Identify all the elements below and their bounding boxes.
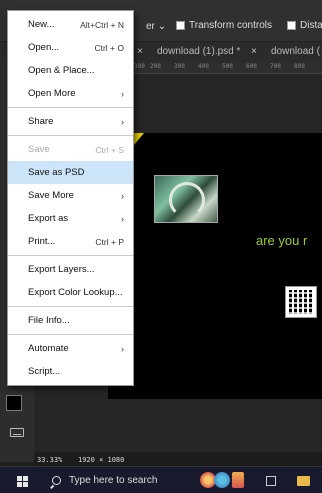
- document-size: 1920 × 1080: [78, 456, 125, 464]
- menu-separator: [8, 107, 133, 108]
- menu-item-script[interactable]: Script...: [8, 360, 133, 383]
- menu-item-label: New...: [28, 19, 55, 30]
- auto-select-label: er: [146, 21, 155, 32]
- menu-separator: [8, 255, 133, 256]
- menu-item-label: Open More: [28, 88, 76, 99]
- ruler-tick-label: 500: [222, 63, 233, 70]
- ruler-tick-label: 800: [294, 63, 305, 70]
- menu-item-label: File Info...: [28, 315, 70, 326]
- ruler-tick-label: 300: [174, 63, 185, 70]
- menu-item-open-more[interactable]: Open More ›: [8, 82, 133, 105]
- menu-item-open[interactable]: Open... Ctrl + O: [8, 36, 133, 59]
- menu-item-label: Script...: [28, 366, 61, 377]
- menu-item-print[interactable]: Print... Ctrl + P: [8, 230, 133, 253]
- menu-item-open-and-place[interactable]: Open & Place...: [8, 59, 133, 82]
- transform-controls-label: Transform controls: [189, 20, 272, 31]
- tab-close-icon[interactable]: ×: [251, 46, 257, 57]
- menu-item-label: Automate: [28, 343, 69, 354]
- canvas-corner-marker: [134, 133, 144, 145]
- ruler-tick-label: 600: [246, 63, 257, 70]
- tab-close-icon[interactable]: ×: [137, 46, 143, 57]
- menu-item-label: Print...: [28, 236, 56, 247]
- menu-item-save: Save Ctrl + S: [8, 138, 133, 161]
- zoom-level: 33.33%: [37, 456, 63, 464]
- foreground-color-swatch[interactable]: [6, 395, 22, 411]
- menu-item-share[interactable]: Share ›: [8, 110, 133, 133]
- menu-item-shortcut: Alt+Ctrl + N: [80, 19, 124, 30]
- ruler-tick-label: 400: [198, 63, 209, 70]
- menu-item-label: Save More: [28, 190, 74, 201]
- menu-item-label: Export Layers...: [28, 264, 95, 275]
- file-menu: New... Alt+Ctrl + N Open... Ctrl + O Ope…: [7, 10, 134, 386]
- windows-taskbar: Type here to search: [0, 466, 322, 493]
- menu-item-label: Open & Place...: [28, 65, 95, 76]
- menu-separator: [8, 306, 133, 307]
- tab-download[interactable]: download (: [271, 46, 320, 57]
- menu-item-save-as-psd[interactable]: Save as PSD: [8, 161, 133, 184]
- search-placeholder: Type here to search: [69, 475, 158, 486]
- transform-controls-checkbox[interactable]: Transform controls: [176, 20, 272, 31]
- horizontal-ruler: 300 200 300 400 500 600 700 800: [132, 62, 322, 74]
- menu-item-label: Open...: [28, 42, 60, 53]
- chevron-right-icon: ›: [121, 190, 124, 201]
- menu-item-file-info[interactable]: File Info...: [8, 309, 133, 332]
- distances-label: Dista: [300, 20, 322, 31]
- menu-item-save-more[interactable]: Save More ›: [8, 184, 133, 207]
- chevron-right-icon: ›: [121, 343, 124, 354]
- menu-item-label: Share: [28, 116, 54, 127]
- ruler-tick-label: 700: [270, 63, 281, 70]
- ruler-tick-label: 200: [150, 63, 161, 70]
- menu-item-label: Save as PSD: [28, 167, 85, 178]
- menu-item-new[interactable]: New... Alt+Ctrl + N: [8, 13, 133, 36]
- placed-image[interactable]: [154, 175, 218, 223]
- windows-start-icon[interactable]: [17, 476, 28, 487]
- tab-download-1-psd[interactable]: download (1).psd *: [157, 46, 240, 57]
- distances-checkbox[interactable]: Dista: [287, 20, 322, 31]
- menu-item-label: Export Color Lookup...: [28, 287, 123, 298]
- menu-item-export-color-lookup[interactable]: Export Color Lookup...: [8, 281, 133, 304]
- search-icon: [52, 476, 61, 485]
- chevron-right-icon: ›: [121, 88, 124, 99]
- menu-item-shortcut: Ctrl + S: [95, 144, 124, 155]
- ruler-tick-label: 300: [134, 63, 145, 70]
- auto-select-dropdown[interactable]: er ⌄: [146, 21, 166, 32]
- menu-item-shortcut: Ctrl + O: [94, 42, 124, 53]
- checkbox-box[interactable]: [176, 21, 185, 30]
- menu-item-label: Save: [28, 144, 50, 155]
- menu-item-shortcut: Ctrl + P: [95, 236, 124, 247]
- chevron-down-icon: ⌄: [157, 21, 167, 32]
- menu-separator: [8, 334, 133, 335]
- taskbar-search[interactable]: Type here to search: [52, 475, 157, 486]
- file-explorer-icon[interactable]: [297, 476, 310, 486]
- chevron-right-icon: ›: [121, 213, 124, 224]
- qr-code-image[interactable]: [285, 286, 317, 318]
- pinned-app-icon[interactable]: [214, 472, 230, 488]
- menu-item-export-layers[interactable]: Export Layers...: [8, 258, 133, 281]
- checkbox-box[interactable]: [287, 21, 296, 30]
- pinned-app-icon[interactable]: [232, 472, 244, 488]
- menu-item-automate[interactable]: Automate ›: [8, 337, 133, 360]
- menu-item-label: Export as: [28, 213, 69, 224]
- status-bar: 33.33% 1920 × 1080: [34, 454, 322, 466]
- menu-item-export-as[interactable]: Export as ›: [8, 207, 133, 230]
- canvas-text-layer[interactable]: are you r: [256, 233, 307, 248]
- chevron-right-icon: ›: [121, 116, 124, 127]
- document-canvas[interactable]: [108, 133, 322, 399]
- task-view-icon[interactable]: [266, 476, 276, 486]
- keyboard-icon[interactable]: [10, 428, 24, 437]
- menu-separator: [8, 135, 133, 136]
